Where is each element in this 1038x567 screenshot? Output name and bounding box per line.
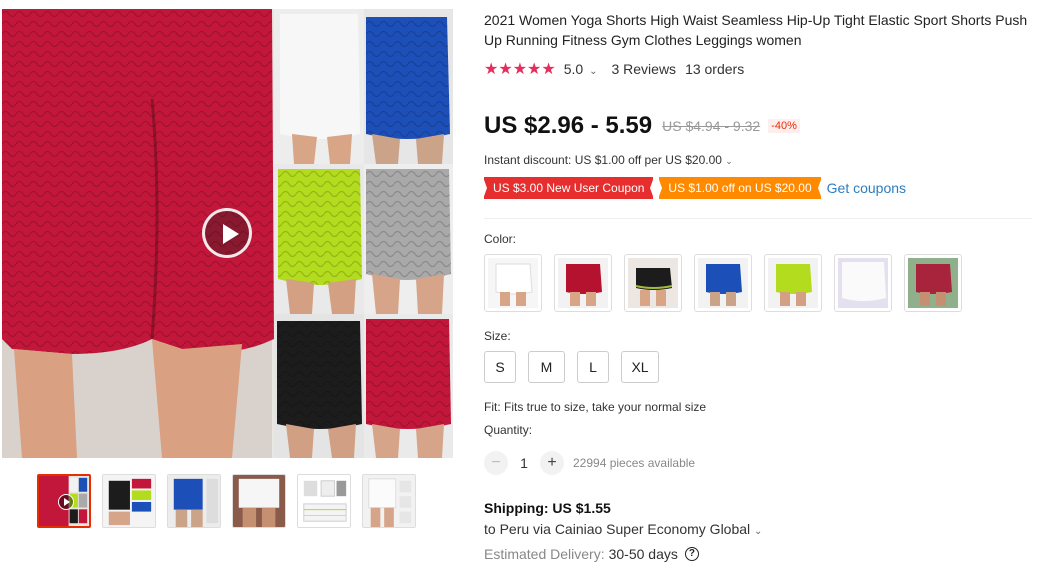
- star-rating-icon: ★★★★★: [484, 61, 556, 78]
- new-user-coupon[interactable]: US $3.00 New User Coupon: [482, 177, 655, 199]
- color-option-white-2[interactable]: [834, 254, 892, 312]
- discount-badge: -40%: [768, 119, 800, 133]
- current-price: US $2.96 - 5.59: [484, 112, 653, 139]
- quantity-stepper: − 1 + 22994 pieces available: [484, 451, 695, 475]
- thumbnail-play-icon: [58, 494, 74, 510]
- color-option-red[interactable]: [554, 254, 612, 312]
- pieces-available: 22994 pieces available: [573, 456, 696, 470]
- color-option-blue[interactable]: [694, 254, 752, 312]
- size-label: Size:: [484, 329, 511, 343]
- color-option-burgundy[interactable]: [904, 254, 962, 312]
- color-swatches: [484, 254, 962, 312]
- divider: [484, 218, 1032, 219]
- rating-value[interactable]: 5.0 ⌄: [564, 61, 598, 77]
- quantity-label: Quantity:: [484, 423, 533, 437]
- size-option-xl[interactable]: XL: [621, 351, 659, 383]
- size-option-l[interactable]: L: [577, 351, 609, 383]
- thumbnail-6[interactable]: [362, 474, 416, 528]
- instant-discount-text: Instant discount: US $1.00 off per US $2…: [484, 153, 722, 167]
- quantity-increase-button[interactable]: +: [540, 451, 564, 475]
- size-options: S M L XL: [484, 351, 659, 383]
- color-label: Color:: [484, 232, 517, 246]
- thumbnail-4[interactable]: [232, 474, 286, 528]
- color-option-white[interactable]: [484, 254, 542, 312]
- price-row: US $2.96 - 5.59 US $4.94 - 9.32 -40%: [484, 112, 800, 140]
- rating-value-text: 5.0: [563, 61, 584, 77]
- play-video-icon[interactable]: [202, 208, 252, 258]
- size-option-s[interactable]: S: [484, 351, 516, 383]
- rating-row: ★★★★★ 5.0 ⌄ 3 Reviews 13 orders: [484, 59, 744, 79]
- estimated-delivery-days: 30-50 days: [608, 546, 678, 562]
- thumbnail-2[interactable]: [102, 474, 156, 528]
- size-option-m[interactable]: M: [528, 351, 565, 383]
- chevron-down-icon: ⌄: [725, 156, 733, 166]
- get-coupons-link[interactable]: Get coupons: [827, 180, 906, 196]
- help-icon[interactable]: ?: [684, 547, 699, 561]
- chevron-down-icon: ⌄: [754, 526, 763, 537]
- quantity-decrease-button[interactable]: −: [484, 451, 508, 475]
- thumbnail-strip: [37, 474, 416, 528]
- thumbnail-5[interactable]: [297, 474, 351, 528]
- instant-discount[interactable]: Instant discount: US $1.00 off per US $2…: [484, 153, 733, 167]
- estimated-delivery: Estimated Delivery: 30-50 days ?: [484, 546, 699, 562]
- coupon-row: US $3.00 New User Coupon US $1.00 off on…: [482, 177, 906, 199]
- orders-count: 13 orders: [685, 61, 745, 77]
- shipping-method[interactable]: to Peru via Cainiao Super Economy Global…: [484, 521, 762, 537]
- chevron-down-icon: ⌄: [589, 66, 598, 77]
- estimated-delivery-label: Estimated Delivery:: [484, 546, 605, 562]
- thumbnail-1[interactable]: [37, 474, 91, 528]
- main-product-image[interactable]: [2, 9, 453, 458]
- shipping-cost: Shipping: US $1.55: [484, 500, 611, 516]
- store-coupon[interactable]: US $1.00 off on US $20.00: [658, 177, 822, 199]
- fit-note: Fit: Fits true to size, take your normal…: [484, 400, 707, 414]
- shipping-method-text: to Peru via Cainiao Super Economy Global: [484, 521, 751, 537]
- quantity-value[interactable]: 1: [508, 455, 540, 471]
- reviews-link[interactable]: 3 Reviews: [611, 61, 676, 77]
- color-option-black[interactable]: [624, 254, 682, 312]
- product-title: 2021 Women Yoga Shorts High Waist Seamle…: [484, 12, 1028, 48]
- original-price: US $4.94 - 9.32: [662, 118, 761, 134]
- color-option-lime[interactable]: [764, 254, 822, 312]
- thumbnail-3[interactable]: [167, 474, 221, 528]
